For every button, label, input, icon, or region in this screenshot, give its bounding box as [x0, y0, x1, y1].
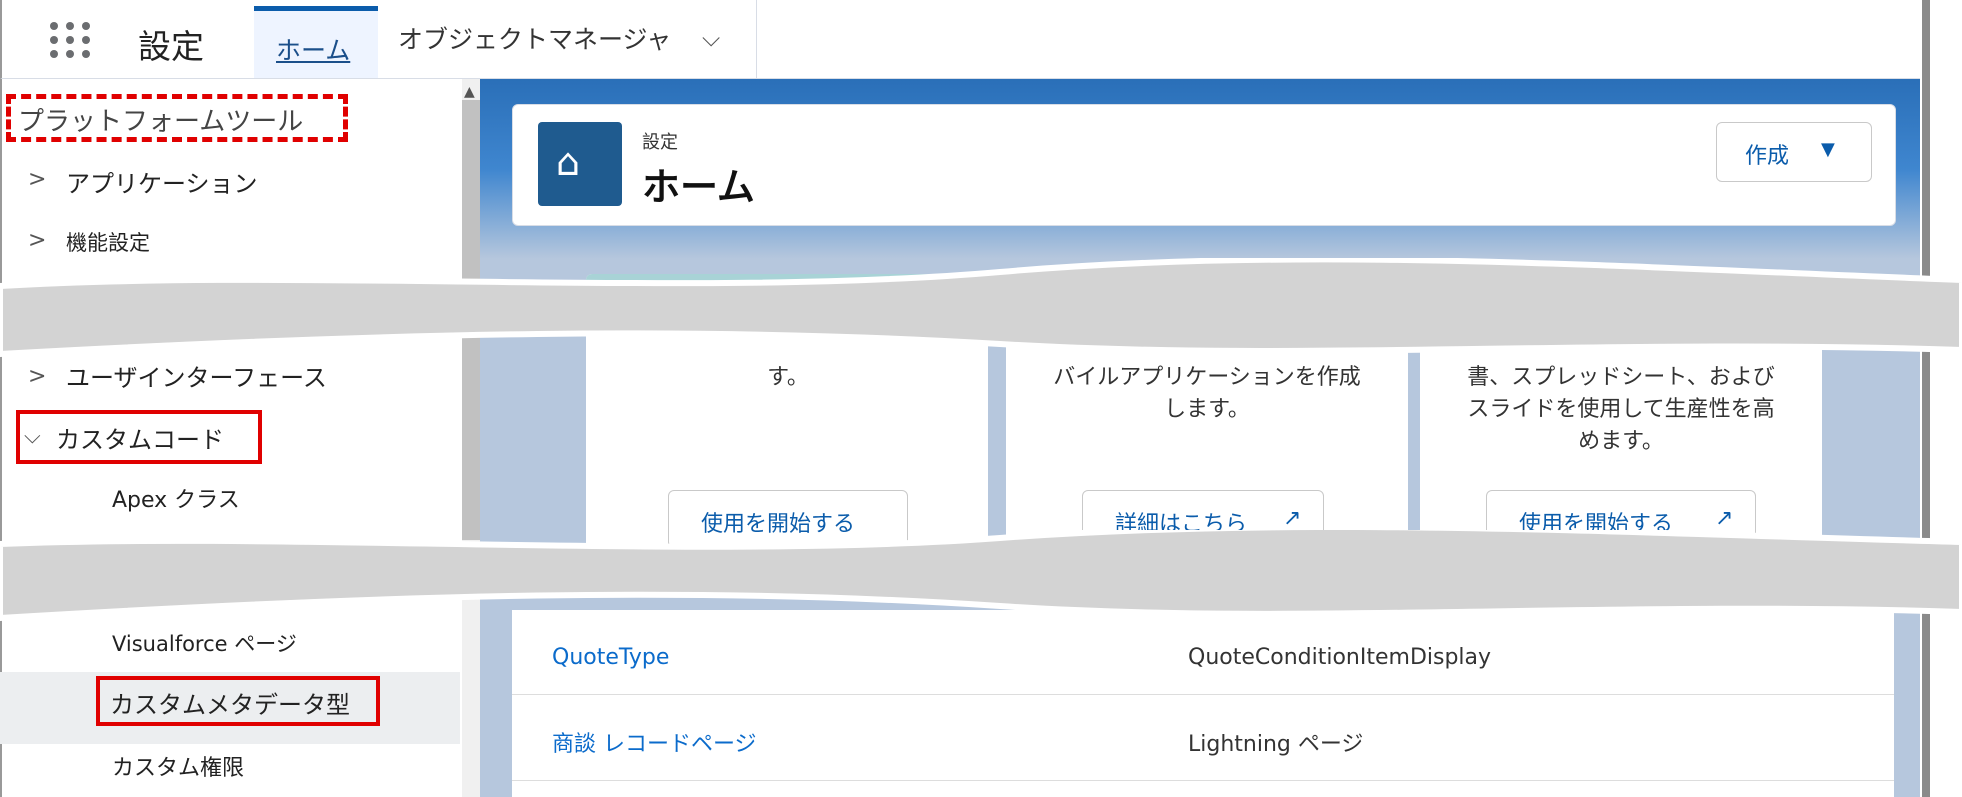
sidebar-item-visualforce-pages[interactable]: Visualforce ページ — [112, 628, 297, 658]
chevron-right-icon[interactable]: > — [28, 167, 46, 192]
app-name: 設定 — [138, 27, 204, 66]
app-launcher-icon[interactable] — [48, 20, 94, 60]
sidebar-item-custom-metadata-types[interactable]: カスタムメタデータ型 — [110, 685, 350, 720]
scroll-up-arrow-icon[interactable]: ▲ — [464, 84, 475, 100]
create-button[interactable]: 作成 ▼ — [1716, 122, 1872, 182]
row-divider — [512, 694, 1894, 695]
chevron-down-icon[interactable]: ⌵ — [702, 24, 720, 52]
external-link-icon: ↗ — [1715, 506, 1734, 531]
torn-page-break — [0, 530, 1962, 622]
tab-divider — [756, 0, 757, 78]
tab-home-label: ホーム — [276, 36, 351, 65]
card-text-line: スライドを使用して生産性を高 — [1467, 397, 1775, 422]
row-divider — [512, 780, 1894, 781]
create-button-label: 作成 — [1745, 144, 1790, 169]
list-item-type: Lightning ページ — [1188, 732, 1364, 757]
sidebar-item-feature-settings[interactable]: 機能設定 — [66, 227, 150, 257]
external-link-icon: ↗ — [1283, 506, 1302, 531]
page-header-subtitle: 設定 — [642, 132, 678, 153]
list-item-type: QuoteConditionItemDisplay — [1188, 645, 1492, 670]
sidebar-section-title: プラットフォームツール — [18, 107, 304, 137]
tab-object-manager[interactable]: オブジェクトマネージャ — [398, 20, 671, 56]
list-item-link[interactable]: 商談 レコードページ — [552, 726, 757, 758]
sidebar-item-apex-classes[interactable]: Apex クラス — [112, 482, 240, 514]
home-icon: ⌂ — [556, 140, 581, 184]
sidebar-item-custom-code[interactable]: カスタムコード — [56, 420, 224, 455]
card-text-line: めます。 — [1578, 429, 1664, 454]
torn-page-break — [0, 258, 1962, 358]
window-scrollbar[interactable] — [1922, 0, 1930, 797]
sidebar-item-custom-permissions[interactable]: カスタム権限 — [112, 750, 244, 782]
sidebar-item-applications[interactable]: アプリケーション — [66, 164, 258, 199]
chevron-down-icon[interactable]: ⌵ — [24, 424, 41, 449]
chevron-right-icon[interactable]: > — [28, 228, 46, 253]
caret-down-icon: ▼ — [1821, 139, 1835, 160]
tab-home[interactable]: ホーム — [254, 6, 378, 78]
card-text-line: します。 — [1164, 397, 1250, 422]
page-title: ホーム — [642, 165, 755, 209]
recent-items-list — [512, 610, 1894, 797]
list-item-link[interactable]: QuoteType — [552, 645, 669, 670]
